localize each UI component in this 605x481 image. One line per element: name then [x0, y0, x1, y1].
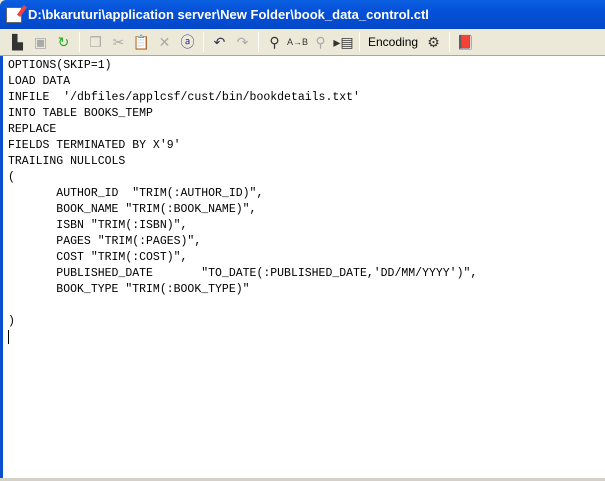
- title-bar: D:\bkaruturi\application server\New Fold…: [0, 0, 605, 29]
- caret-line: [8, 330, 605, 346]
- code-line: REPLACE: [8, 123, 57, 136]
- code-line: INTO TABLE BOOKS_TEMP: [8, 107, 153, 120]
- text-editor[interactable]: OPTIONS(SKIP=1) LOAD DATA INFILE '/dbfiles…: [0, 56, 605, 478]
- goto-line-icon[interactable]: ▸▤: [332, 31, 355, 53]
- cut-icon[interactable]: ✂: [107, 31, 130, 53]
- separator: [258, 32, 259, 52]
- window-title: D:\bkaruturi\application server\New Fold…: [28, 7, 429, 22]
- separator: [359, 32, 360, 52]
- settings-gear-icon[interactable]: ⚙: [422, 31, 445, 53]
- undo-icon[interactable]: ↶: [208, 31, 231, 53]
- select-all-icon[interactable]: ⓐ: [176, 31, 199, 53]
- code-line: OPTIONS(SKIP=1): [8, 59, 112, 72]
- code-line: AUTHOR_ID "TRIM(:AUTHOR_ID)",: [8, 187, 264, 200]
- open-icon[interactable]: ▙: [6, 31, 29, 53]
- code-line: PAGES "TRIM(:PAGES)",: [8, 235, 202, 248]
- toolbar: ▙ ▣ ↻ ❐ ✂ 📋 ✕ ⓐ ↶ ↷ ⚲ A→B ⚲ ▸▤ Encoding …: [0, 29, 605, 56]
- separator: [79, 32, 80, 52]
- code-content[interactable]: OPTIONS(SKIP=1) LOAD DATA INFILE '/dbfiles…: [3, 56, 605, 346]
- separator: [203, 32, 204, 52]
- paste-icon[interactable]: 📋: [130, 31, 153, 53]
- encoding-button[interactable]: Encoding: [364, 35, 422, 49]
- help-book-icon[interactable]: 📕: [454, 31, 477, 53]
- code-line: ): [8, 315, 15, 328]
- code-line: BOOK_TYPE "TRIM(:BOOK_TYPE)": [8, 283, 250, 296]
- reload-icon[interactable]: ↻: [52, 31, 75, 53]
- code-line: TRAILING NULLCOLS: [8, 155, 126, 168]
- separator: [449, 32, 451, 52]
- copy-icon[interactable]: ❐: [84, 31, 107, 53]
- replace-icon[interactable]: A→B: [286, 31, 309, 53]
- text-caret: [8, 330, 9, 344]
- code-line: INFILE '/dbfiles/applcsf/cust/bin/bookde…: [8, 91, 360, 104]
- save-icon[interactable]: ▣: [29, 31, 52, 53]
- code-line: LOAD DATA: [8, 75, 71, 88]
- delete-icon[interactable]: ✕: [153, 31, 176, 53]
- find-next-icon[interactable]: ⚲: [309, 31, 332, 53]
- code-line: COST "TRIM(:COST)",: [8, 251, 188, 264]
- code-line: BOOK_NAME "TRIM(:BOOK_NAME)",: [8, 203, 257, 216]
- code-line: ISBN "TRIM(:ISBN)",: [8, 219, 188, 232]
- code-line: (: [8, 171, 15, 184]
- notepad-icon: [6, 6, 22, 23]
- code-line: PUBLISHED_DATE "TO_DATE(:PUBLISHED_DATE,…: [8, 267, 478, 280]
- find-icon[interactable]: ⚲: [263, 31, 286, 53]
- redo-icon[interactable]: ↷: [231, 31, 254, 53]
- code-line: FIELDS TERMINATED BY X'9': [8, 139, 181, 152]
